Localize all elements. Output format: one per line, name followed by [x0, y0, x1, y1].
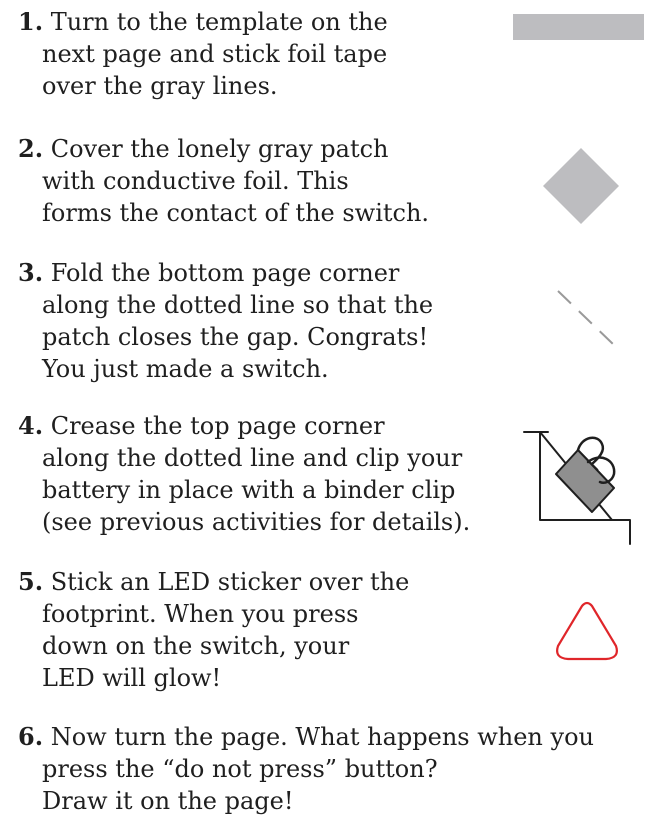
gray-bar-icon	[513, 14, 644, 40]
step-text: Now turn the page. What happens when you	[50, 723, 594, 751]
step-number: 2.	[18, 134, 44, 163]
step-1: 1. Turn to the template on the next page…	[18, 6, 388, 102]
step-text: Fold the bottom page corner	[50, 259, 400, 287]
step-number: 5.	[18, 567, 44, 596]
step-text: Crease the top page corner	[50, 412, 385, 440]
step-text: forms the contact of the switch.	[42, 199, 430, 227]
step-number: 4.	[18, 411, 44, 440]
step-text: Turn to the template on the	[50, 8, 388, 36]
step-3: 3. Fold the bottom page corner along the…	[18, 257, 433, 385]
step-5: 5. Stick an LED sticker over the footpri…	[18, 566, 409, 694]
step-text: (see previous activities for details).	[42, 508, 471, 536]
step-text: Stick an LED sticker over the	[50, 568, 410, 596]
step-text: with conductive foil. This	[42, 167, 349, 195]
step-text: patch closes the gap. Congrats!	[42, 323, 429, 351]
binder-clip-icon	[523, 431, 631, 545]
step-text: along the dotted line so that the	[42, 291, 434, 319]
step-text: LED will glow!	[42, 664, 222, 692]
step-text: Draw it on the page!	[42, 787, 294, 815]
step-text: over the gray lines.	[42, 72, 278, 100]
step-text: footprint. When you press	[42, 600, 359, 628]
step-number: 3.	[18, 258, 44, 287]
step-2: 2. Cover the lonely gray patch with cond…	[18, 133, 429, 229]
step-number: 6.	[18, 722, 44, 751]
step-4: 4. Crease the top page corner along the …	[18, 410, 470, 538]
step-text: along the dotted line and clip your	[42, 444, 463, 472]
step-number: 1.	[18, 7, 44, 36]
step-text: down on the switch, your	[42, 632, 350, 660]
step-text: battery in place with a binder clip	[42, 476, 456, 504]
step-text: next page and stick foil tape	[42, 40, 388, 68]
gray-diamond-icon	[543, 148, 619, 224]
step-text: You just made a switch.	[42, 355, 329, 383]
step-6: 6. Now turn the page. What happens when …	[18, 721, 594, 817]
step-text: Cover the lonely gray patch	[50, 135, 389, 163]
dotted-line-icon	[557, 290, 615, 346]
step-text: press the “do not press” button?	[42, 755, 438, 783]
led-footprint-icon	[556, 601, 618, 661]
